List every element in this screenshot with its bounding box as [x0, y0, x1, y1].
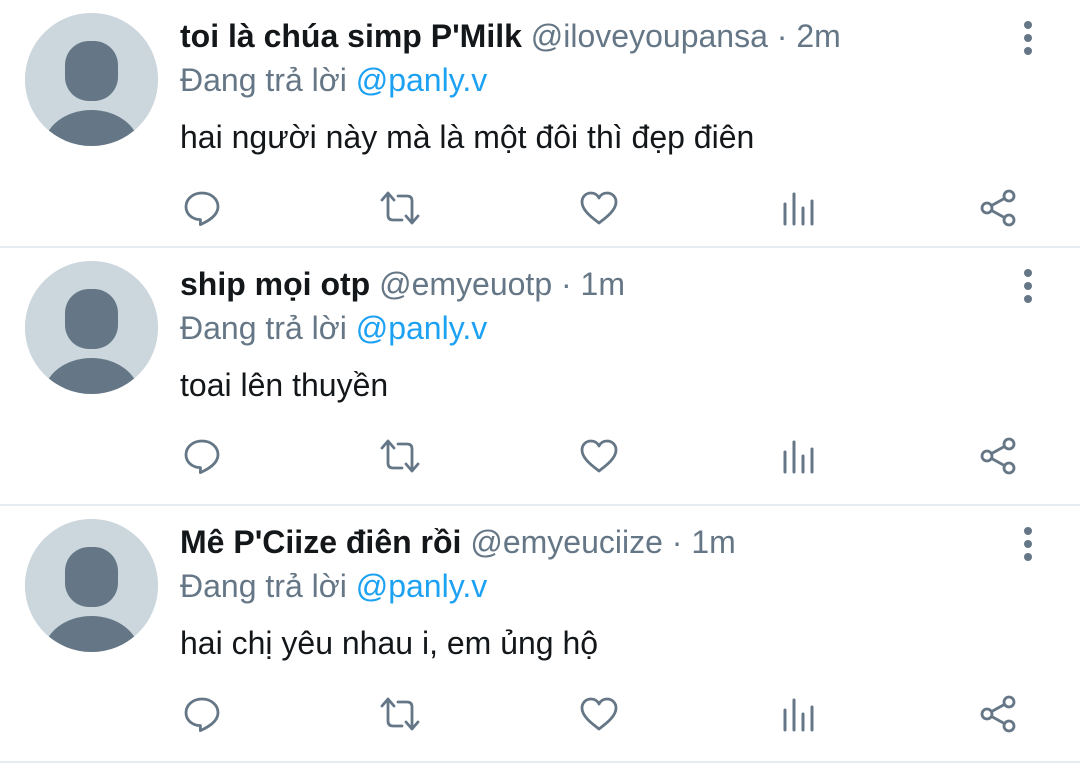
retweet-button[interactable] [378, 692, 422, 736]
share-icon [980, 695, 1016, 733]
mention-link[interactable]: @panly.v [356, 568, 488, 604]
like-icon [580, 191, 618, 225]
retweet-icon [380, 191, 420, 225]
default-profile-icon [25, 13, 158, 146]
replying-to-label: Đang trả lời [180, 568, 347, 604]
tweet-header: Mê P'Ciize điên rồi @emyeuciize · 1m [180, 522, 736, 562]
analytics-button[interactable] [776, 692, 820, 736]
retweet-button[interactable] [378, 186, 422, 230]
default-profile-icon [25, 519, 158, 652]
reply-tweet[interactable]: ship mọi otp @emyeuotp · 1m Đang trả lời… [0, 248, 1080, 506]
tweet-text: toai lên thuyền [180, 367, 389, 403]
reply-tweet[interactable]: toi là chúa simp P'Milk @iloveyoupansa ·… [0, 0, 1080, 248]
share-button[interactable] [976, 186, 1020, 230]
display-name[interactable]: ship mọi otp [180, 266, 370, 302]
analytics-icon [783, 440, 814, 474]
reply-button[interactable] [180, 692, 224, 736]
timestamp[interactable]: 1m [581, 266, 625, 302]
display-name[interactable]: toi là chúa simp P'Milk [180, 18, 522, 54]
more-options-button[interactable] [1018, 526, 1038, 562]
like-icon [580, 697, 618, 731]
reply-list: toi là chúa simp P'Milk @iloveyoupansa ·… [0, 0, 1080, 763]
retweet-icon [380, 697, 420, 731]
more-options-button[interactable] [1018, 20, 1038, 56]
like-button[interactable] [577, 186, 621, 230]
more-icon [1024, 269, 1032, 303]
share-icon [980, 437, 1016, 475]
replying-to-label: Đang trả lời [180, 62, 347, 98]
user-handle[interactable]: @iloveyoupansa [531, 18, 768, 54]
tweet-text: hai người này mà là một đôi thì đẹp điên [180, 119, 755, 155]
default-profile-icon [25, 261, 158, 394]
more-icon [1024, 527, 1032, 561]
replying-to-label: Đang trả lời [180, 310, 347, 346]
tweet-text: hai chị yêu nhau i, em ủng hộ [180, 625, 599, 661]
separator-dot: · [561, 266, 572, 302]
like-icon [580, 439, 618, 473]
analytics-icon [783, 698, 814, 732]
user-handle[interactable]: @emyeuotp [379, 266, 552, 302]
action-bar [180, 186, 1040, 230]
like-button[interactable] [577, 434, 621, 478]
action-bar [180, 434, 1040, 478]
timestamp[interactable]: 1m [691, 524, 735, 560]
analytics-button[interactable] [776, 434, 820, 478]
reply-icon [184, 439, 220, 474]
more-options-button[interactable] [1018, 268, 1038, 304]
separator-dot: · [671, 524, 683, 560]
tweet-header: ship mọi otp @emyeuotp · 1m [180, 264, 625, 304]
reply-icon [184, 191, 220, 226]
retweet-icon [380, 439, 420, 473]
display-name[interactable]: Mê P'Ciize điên rồi [180, 524, 461, 560]
reply-button[interactable] [180, 186, 224, 230]
default-avatar[interactable] [25, 261, 158, 394]
like-button[interactable] [577, 692, 621, 736]
more-icon [1024, 21, 1032, 55]
default-avatar[interactable] [25, 13, 158, 146]
reply-button[interactable] [180, 434, 224, 478]
share-button[interactable] [976, 434, 1020, 478]
analytics-button[interactable] [776, 186, 820, 230]
mention-link[interactable]: @panly.v [356, 310, 488, 346]
action-bar [180, 692, 1040, 736]
mention-link[interactable]: @panly.v [356, 62, 488, 98]
timestamp[interactable]: 2m [796, 18, 840, 54]
reply-tweet[interactable]: Mê P'Ciize điên rồi @emyeuciize · 1m Đan… [0, 506, 1080, 763]
share-icon [980, 189, 1016, 227]
replying-to-line: Đang trả lời @panly.v [180, 308, 487, 348]
replying-to-line: Đang trả lời @panly.v [180, 566, 487, 606]
tweet-header: toi là chúa simp P'Milk @iloveyoupansa ·… [180, 16, 841, 56]
replying-to-line: Đang trả lời @panly.v [180, 60, 487, 100]
user-handle[interactable]: @emyeuciize [470, 524, 663, 560]
separator-dot: · [776, 18, 788, 54]
share-button[interactable] [976, 692, 1020, 736]
default-avatar[interactable] [25, 519, 158, 652]
retweet-button[interactable] [378, 434, 422, 478]
analytics-icon [783, 192, 814, 226]
reply-icon [184, 697, 220, 732]
